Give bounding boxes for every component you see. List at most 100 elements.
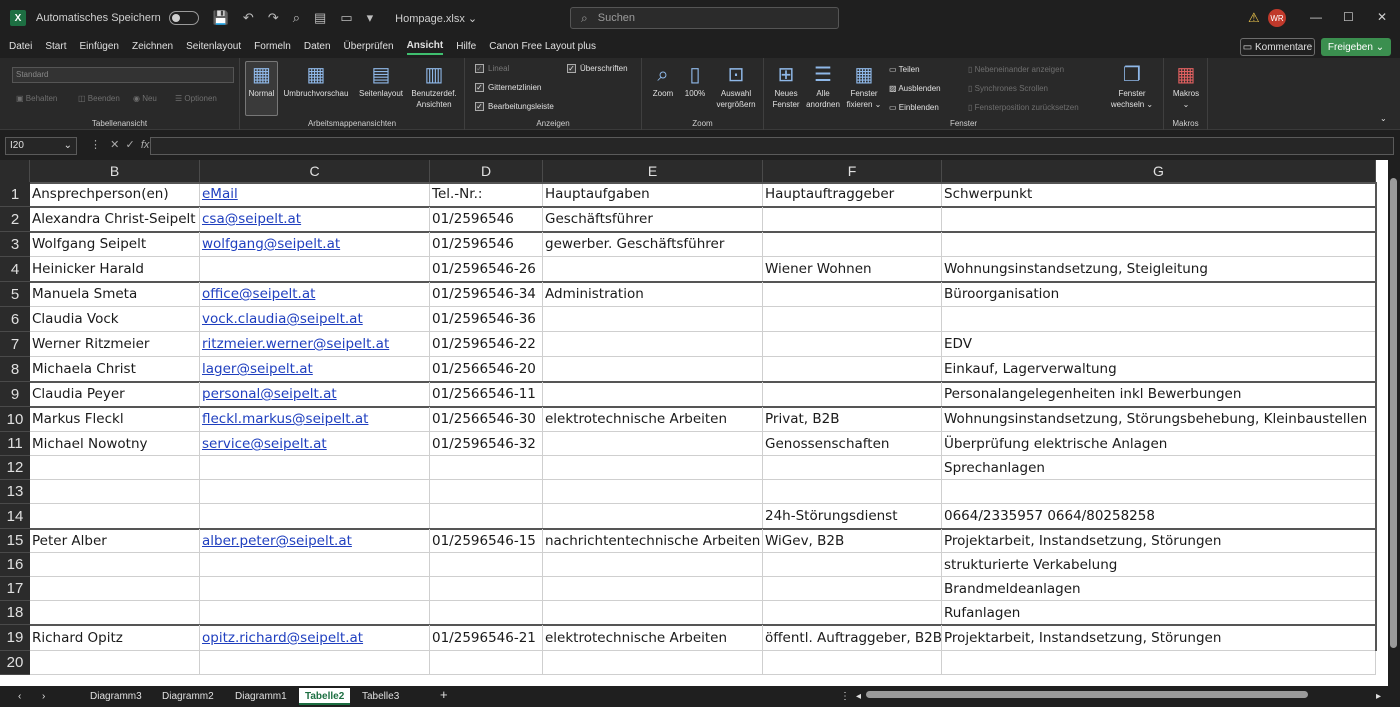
email-link[interactable]: vock.claudia@seipelt.at	[202, 311, 363, 327]
next-sheet-icon[interactable]: ›	[36, 688, 51, 705]
open-folder-icon[interactable]: ▭	[340, 10, 352, 26]
column-header-c[interactable]: C	[200, 160, 430, 182]
cell-f18[interactable]	[763, 601, 942, 625]
cell-f16[interactable]	[763, 553, 942, 577]
email-link[interactable]: opitz.richard@seipelt.at	[202, 630, 363, 646]
cell-e3[interactable]: gewerber. Geschäftsführer	[543, 232, 763, 257]
format-painter-icon[interactable]: ▤	[314, 10, 326, 26]
cell-d20[interactable]	[430, 651, 543, 675]
cell-f4[interactable]: Wiener Wohnen	[763, 257, 942, 282]
cell-d16[interactable]	[430, 553, 543, 577]
cell-d12[interactable]	[430, 456, 543, 480]
cell-b15[interactable]: Peter Alber	[30, 529, 200, 553]
zoom-100-button[interactable]: ▯ 100%	[680, 62, 710, 99]
cell-g20[interactable]	[942, 651, 1376, 675]
cell-g15[interactable]: Projektarbeit, Instandsetzung, Störungen	[942, 529, 1376, 553]
cell-c7[interactable]: ritzmeier.werner@seipelt.at	[200, 332, 430, 357]
cell-e10[interactable]: elektrotechnische Arbeiten	[543, 407, 763, 432]
cell-g3[interactable]	[942, 232, 1376, 257]
cell-f15[interactable]: WiGev, B2B	[763, 529, 942, 553]
share-button[interactable]: Freigeben ⌄	[1321, 38, 1391, 56]
cell-b14[interactable]	[30, 504, 200, 529]
cell-b1[interactable]: Ansprechperson(en)	[30, 182, 200, 207]
column-header-d[interactable]: D	[430, 160, 543, 182]
select-all-corner[interactable]	[0, 160, 30, 182]
cell-b6[interactable]: Claudia Vock	[30, 307, 200, 332]
cell-b8[interactable]: Michaela Christ	[30, 357, 200, 382]
cell-d13[interactable]	[430, 480, 543, 504]
cell-d19[interactable]: 01/2596546-21	[430, 625, 543, 651]
warning-icon[interactable]: ⚠	[1248, 10, 1260, 26]
tab-daten[interactable]: Daten	[304, 41, 331, 54]
cell-b9[interactable]: Claudia Peyer	[30, 382, 200, 407]
cell-g2[interactable]	[942, 207, 1376, 232]
cell-c6[interactable]: vock.claudia@seipelt.at	[200, 307, 430, 332]
cell-e20[interactable]	[543, 651, 763, 675]
enter-icon[interactable]: ✓	[126, 139, 135, 151]
email-link[interactable]: ritzmeier.werner@seipelt.at	[202, 336, 389, 352]
cell-f7[interactable]	[763, 332, 942, 357]
cell-b11[interactable]: Michael Nowotny	[30, 432, 200, 456]
row-header[interactable]: 14	[0, 504, 30, 529]
cell-f19[interactable]: öffentl. Auftraggeber, B2B	[763, 625, 942, 651]
cell-g13[interactable]	[942, 480, 1376, 504]
formula-input[interactable]	[150, 137, 1394, 155]
cell-e7[interactable]	[543, 332, 763, 357]
column-header-g[interactable]: G	[942, 160, 1376, 182]
keep-button[interactable]: ▣ Behalten	[16, 94, 57, 103]
cell-d17[interactable]	[430, 577, 543, 601]
row-header[interactable]: 15	[0, 529, 30, 553]
zoom-button[interactable]: ⌕ Zoom	[648, 62, 678, 99]
close-icon[interactable]: ✕	[1377, 10, 1387, 24]
vertical-scrollbar[interactable]	[1388, 160, 1400, 686]
cell-d11[interactable]: 01/2596546-32	[430, 432, 543, 456]
options-button[interactable]: ☰ Optionen	[175, 94, 217, 103]
custom-views-button[interactable]: ▥ Benutzerdef. Ansichten	[408, 62, 460, 110]
email-link[interactable]: eMail	[202, 186, 238, 202]
cell-c8[interactable]: lager@seipelt.at	[200, 357, 430, 382]
synchronous-scrolling-button[interactable]: ▯ Synchrones Scrollen	[968, 84, 1048, 93]
vertical-scroll-thumb[interactable]	[1390, 178, 1397, 648]
cell-b2[interactable]: Alexandra Christ-Seipelt	[30, 207, 200, 232]
cell-g19[interactable]: Projektarbeit, Instandsetzung, Störungen	[942, 625, 1376, 651]
cell-g5[interactable]: Büroorganisation	[942, 282, 1376, 307]
sheet-tab-tabelle2[interactable]: Tabelle2	[299, 688, 351, 705]
cell-g16[interactable]: strukturierte Verkabelung	[942, 553, 1376, 577]
tab-formeln[interactable]: Formeln	[254, 41, 291, 54]
cell-e6[interactable]	[543, 307, 763, 332]
cell-b5[interactable]: Manuela Smeta	[30, 282, 200, 307]
cell-f8[interactable]	[763, 357, 942, 382]
cell-c11[interactable]: service@seipelt.at	[200, 432, 430, 456]
row-header[interactable]: 13	[0, 480, 30, 504]
gridlines-checkbox[interactable]: ✓ Gitternetzlinien	[475, 83, 541, 92]
column-header-e[interactable]: E	[543, 160, 763, 182]
cell-g18[interactable]: Rufanlagen	[942, 601, 1376, 625]
cell-b17[interactable]	[30, 577, 200, 601]
cell-e18[interactable]	[543, 601, 763, 625]
cell-c17[interactable]	[200, 577, 430, 601]
find-icon[interactable]: ⌕	[293, 10, 300, 26]
cell-g10[interactable]: Wohnungsinstandsetzung, Störungsbehebung…	[942, 407, 1376, 432]
cell-e1[interactable]: Hauptaufgaben	[543, 182, 763, 207]
tab-ueberpruefen[interactable]: Überprüfen	[344, 41, 394, 54]
tab-einfuegen[interactable]: Einfügen	[79, 41, 118, 54]
cell-f11[interactable]: Genossenschaften	[763, 432, 942, 456]
sheet-tab-diagramm1[interactable]: Diagramm1	[229, 688, 293, 705]
sheet-tab-diagramm3[interactable]: Diagramm3	[84, 688, 148, 705]
email-link[interactable]: lager@seipelt.at	[202, 361, 313, 377]
scroll-left-icon[interactable]: ◂	[850, 688, 867, 705]
zoom-to-selection-button[interactable]: ⊡ Auswahl vergrößern	[712, 62, 760, 110]
cell-f20[interactable]	[763, 651, 942, 675]
cell-f3[interactable]	[763, 232, 942, 257]
cell-g1[interactable]: Schwerpunkt	[942, 182, 1376, 207]
cell-d3[interactable]: 01/2596546	[430, 232, 543, 257]
cell-f2[interactable]	[763, 207, 942, 232]
cell-e11[interactable]	[543, 432, 763, 456]
reset-window-position-button[interactable]: ▯ Fensterposition zurücksetzen	[968, 103, 1079, 112]
cell-c2[interactable]: csa@seipelt.at	[200, 207, 430, 232]
row-header[interactable]: 17	[0, 577, 30, 601]
scroll-right-icon[interactable]: ▸	[1370, 688, 1387, 705]
avatar[interactable]: WR	[1268, 9, 1286, 27]
cell-e4[interactable]	[543, 257, 763, 282]
cell-g17[interactable]: Brandmeldeanlagen	[942, 577, 1376, 601]
